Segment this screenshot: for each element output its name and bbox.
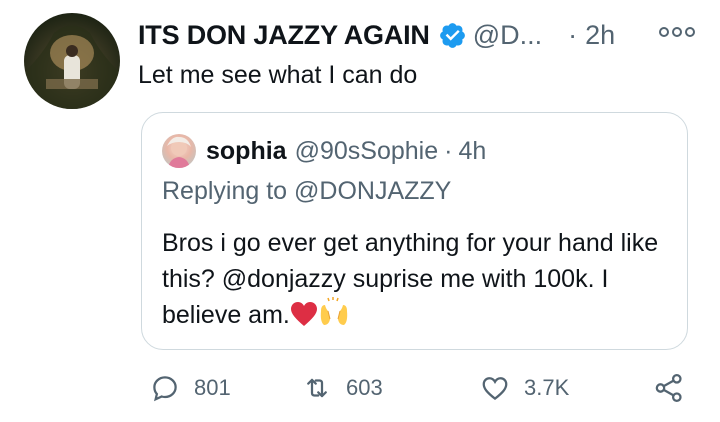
retweet-count: 603 — [346, 375, 383, 400]
retweet-button[interactable]: 603 — [302, 366, 383, 410]
quoted-tweet-time[interactable]: 4h — [458, 137, 486, 166]
quoted-author-avatar[interactable] — [162, 134, 196, 168]
heart-icon — [482, 377, 508, 401]
separator-dot: · — [568, 19, 578, 50]
share-button[interactable] — [652, 366, 700, 410]
like-count: 3.7K — [524, 375, 570, 400]
quoted-tweet-text: Bros i go ever get anything for your han… — [162, 229, 659, 329]
quoted-tweet-body: Bros i go ever get anything for your han… — [162, 225, 672, 337]
quoted-author-name[interactable]: sophia — [206, 137, 287, 166]
tweet-actions: 801 603 3.7K — [140, 366, 700, 410]
tweet-text: Let me see what I can do — [138, 61, 418, 89]
separator-dot: · — [444, 136, 453, 165]
quoted-author-handle[interactable]: @90sSophie — [295, 137, 439, 166]
retweet-icon — [307, 378, 327, 398]
reply-count: 801 — [194, 375, 231, 400]
red-heart-icon — [290, 301, 318, 337]
quoted-tweet-header: sophia @90sSophie · 4h — [162, 133, 486, 169]
replying-to-label: Replying to @DONJAZZY — [162, 177, 452, 205]
author-avatar[interactable] — [24, 13, 120, 109]
share-icon — [655, 373, 682, 403]
author-handle[interactable]: @D... — [473, 20, 542, 51]
raising-hands-icon — [318, 297, 350, 337]
tweet-time[interactable]: 2h — [585, 20, 615, 51]
like-button[interactable]: 3.7K — [480, 366, 569, 410]
more-options-icon[interactable] — [658, 22, 696, 42]
author-name[interactable]: ITS DON JAZZY AGAIN — [138, 20, 430, 51]
verified-badge-icon — [439, 22, 465, 48]
tweet-header: ITS DON JAZZY AGAIN @D... · 2h — [138, 10, 700, 60]
quoted-tweet[interactable]: sophia @90sSophie · 4h Replying to @DONJ… — [141, 112, 688, 350]
reply-icon — [153, 376, 177, 402]
reply-button[interactable]: 801 — [150, 366, 231, 410]
